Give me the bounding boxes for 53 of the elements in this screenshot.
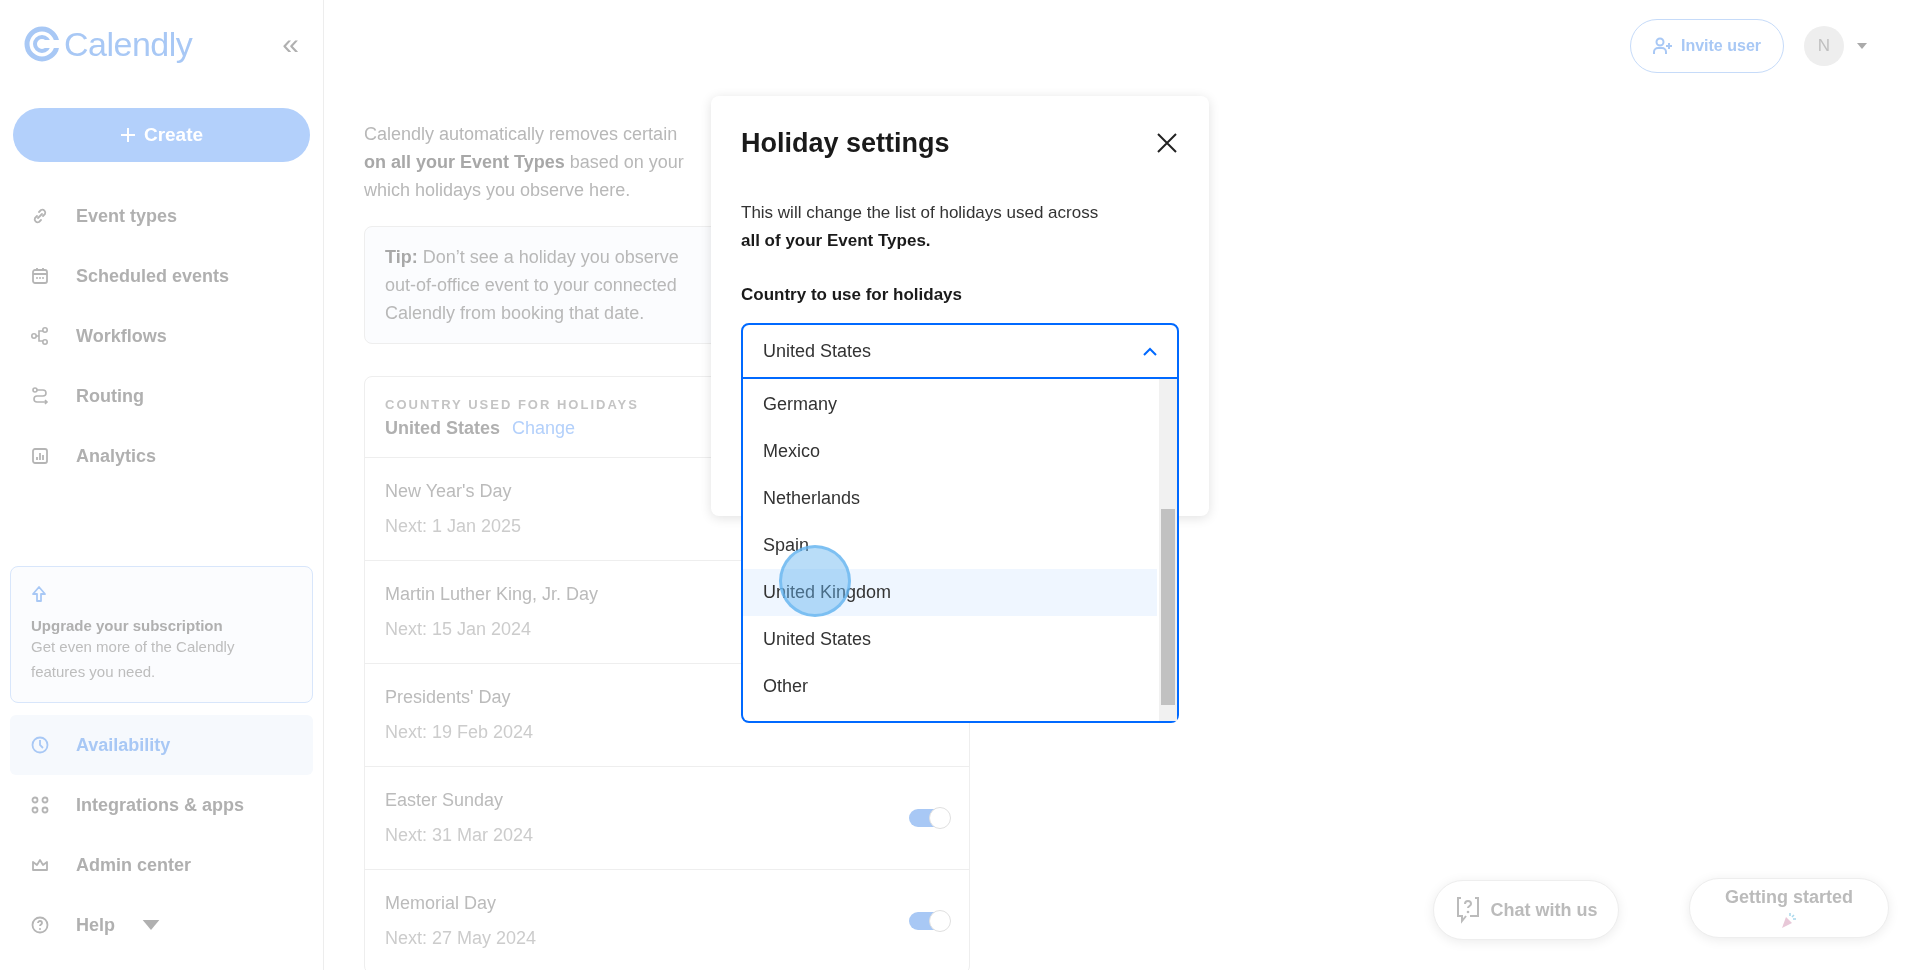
nav-item[interactable]: Availability xyxy=(10,715,313,775)
country-select[interactable]: United States xyxy=(741,323,1179,379)
dropdown-option[interactable]: Netherlands xyxy=(743,475,1157,522)
nav-item[interactable]: Workflows xyxy=(10,306,313,366)
nav-item[interactable]: Scheduled events xyxy=(10,246,313,306)
chat-button[interactable]: Chat with us xyxy=(1433,880,1619,940)
create-button[interactable]: Create xyxy=(13,108,310,162)
help-icon xyxy=(30,915,50,935)
chat-help-icon xyxy=(1454,896,1481,924)
add-user-icon xyxy=(1652,37,1673,55)
country-name: United States xyxy=(385,418,501,439)
close-icon xyxy=(1156,131,1178,154)
field-label: Country to use for holidays xyxy=(741,285,964,305)
dropdown-option[interactable]: Mexico xyxy=(743,428,1157,475)
caret-icon[interactable] xyxy=(1856,42,1868,50)
holiday-name: Memorial Day xyxy=(385,893,498,914)
nav-item[interactable]: Event types xyxy=(10,186,313,246)
collapse-button[interactable]: « xyxy=(282,29,299,59)
workflow-icon xyxy=(30,326,50,346)
intro-text: Calendly automatically removes certain on all your Event Types based on your which holidays you observe here. xyxy=(364,123,684,202)
dropdown-option[interactable]: Other xyxy=(743,663,1157,710)
holiday-name: Presidents' Day xyxy=(385,687,512,708)
nav-item[interactable]: Help xyxy=(10,895,313,955)
scrollbar[interactable] xyxy=(1159,379,1177,721)
upgrade-arrow-icon xyxy=(31,585,49,603)
logo-icon xyxy=(24,26,60,62)
holiday-toggle[interactable] xyxy=(909,809,949,827)
upgrade-title: Upgrade your subscription xyxy=(31,617,224,634)
nav-item[interactable]: Integrations & apps xyxy=(10,775,313,835)
logo-text[interactable]: Calendly xyxy=(64,24,193,64)
card-heading: COUNTRY USED FOR HOLIDAYS xyxy=(385,397,639,412)
holiday-toggle[interactable] xyxy=(909,912,949,930)
holiday-name: Martin Luther King, Jr. Day xyxy=(385,584,599,605)
invite-user-button[interactable]: Invite user xyxy=(1629,19,1784,73)
dropdown-option[interactable]: Spain xyxy=(743,522,1157,569)
nav-item[interactable]: Routing xyxy=(10,366,313,426)
routing-icon xyxy=(30,386,50,406)
dialog-title: Holiday settings xyxy=(741,128,950,159)
calendar-icon xyxy=(30,266,50,286)
chevron-icon xyxy=(1143,346,1157,356)
clock-icon xyxy=(30,735,50,755)
dropdown-option[interactable]: United States xyxy=(743,616,1157,663)
change-link[interactable]: Change xyxy=(512,418,576,439)
plus-icon xyxy=(119,127,136,143)
getting-started-button[interactable]: Getting started xyxy=(1689,878,1889,938)
nav-item[interactable]: Admin center xyxy=(10,835,313,895)
holiday-name: Easter Sunday xyxy=(385,790,505,811)
holiday-name: New Year's Day xyxy=(385,481,513,502)
grid-icon xyxy=(30,795,50,815)
upgrade-text: Get even more of the Calendly features you need. xyxy=(31,637,236,682)
dropdown-option[interactable]: Germany xyxy=(743,381,1157,428)
chart-icon xyxy=(30,446,50,466)
nav-item[interactable]: Analytics xyxy=(10,426,313,486)
